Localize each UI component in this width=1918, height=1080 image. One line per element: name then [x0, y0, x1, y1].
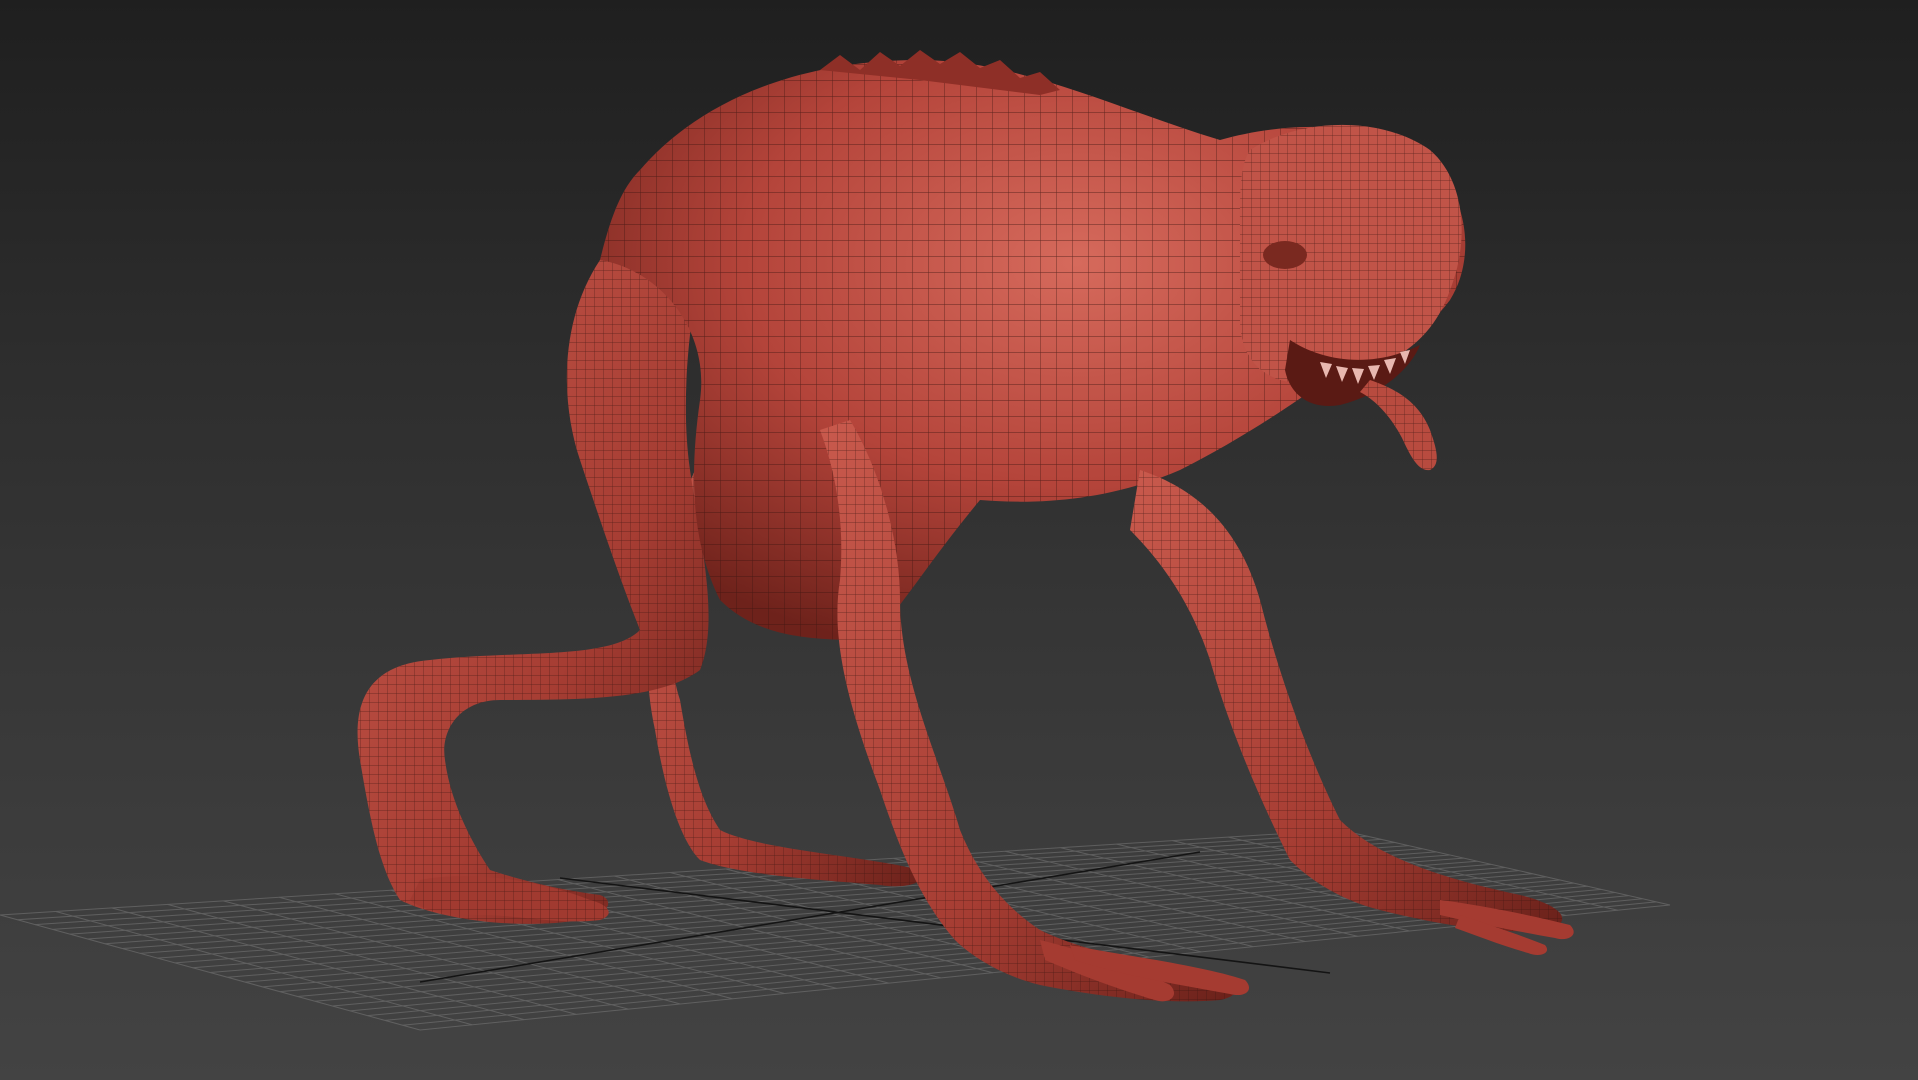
3d-viewport[interactable]	[0, 0, 1918, 1080]
viewport-scene[interactable]	[0, 0, 1918, 1080]
eye-socket	[1263, 241, 1307, 269]
creature-mesh[interactable]	[357, 50, 1574, 1002]
